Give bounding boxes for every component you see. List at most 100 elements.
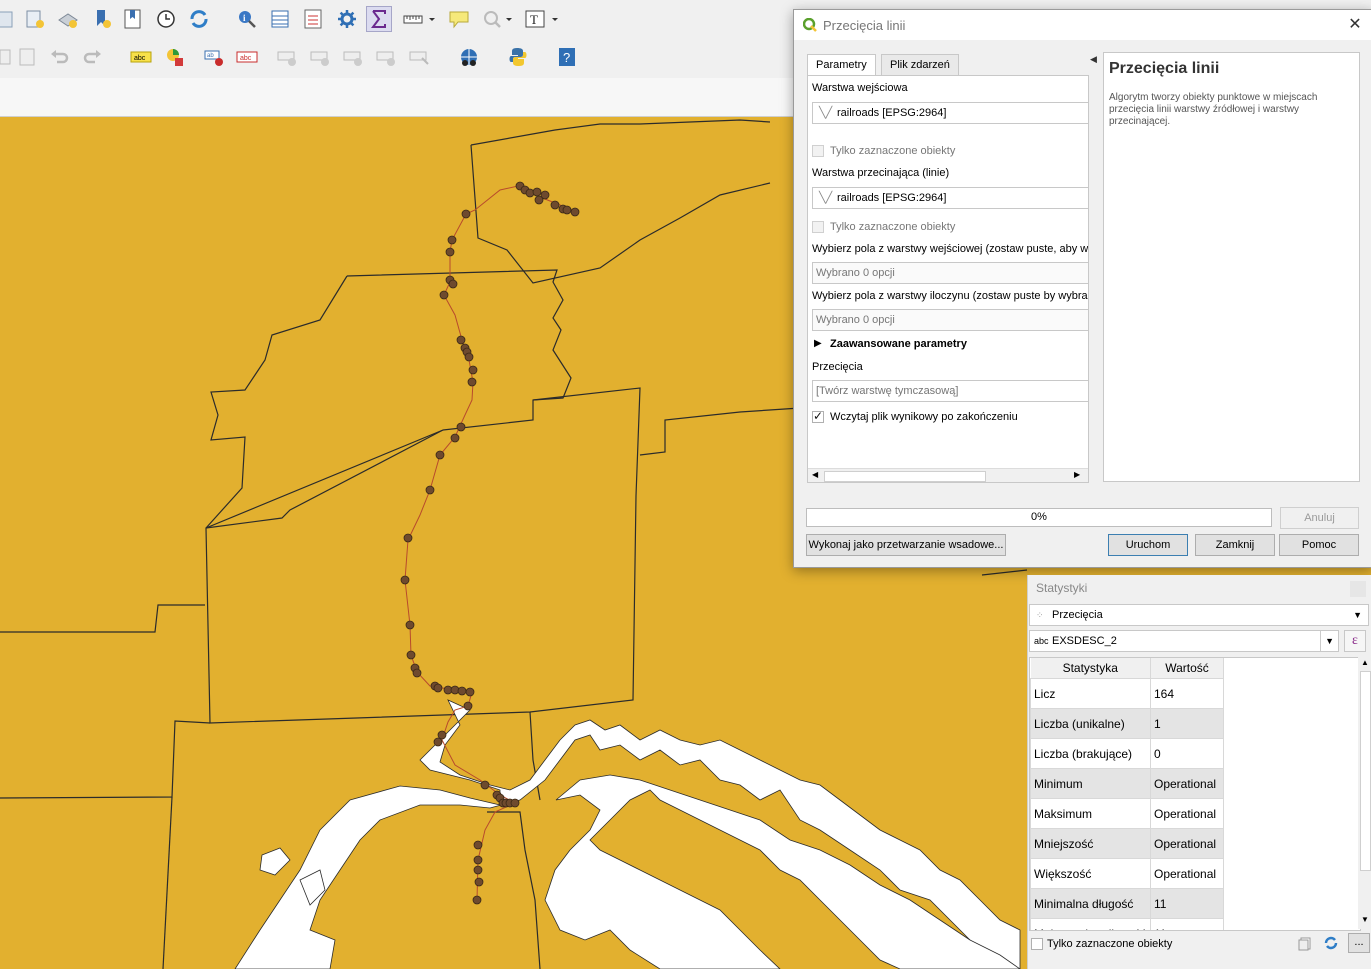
scroll-up-icon[interactable]: ▲ — [1361, 658, 1369, 667]
table-row[interactable]: Licz 164 — [1030, 678, 1224, 709]
stat-value-cell[interactable]: Operational — [1150, 828, 1224, 859]
show-bookmarks-icon[interactable] — [120, 6, 146, 32]
input-fields-select[interactable]: Wybrano 0 opcji — [812, 262, 1088, 284]
column-header-statistic[interactable]: Statystyka — [1030, 658, 1151, 679]
diagram-icon[interactable] — [162, 44, 188, 70]
stat-name-cell[interactable]: Maksymalna długość — [1030, 918, 1151, 930]
stat-value-cell[interactable]: 0 — [1150, 738, 1224, 769]
table-row[interactable]: Liczba (unikalne) 1 — [1030, 708, 1224, 739]
help-button[interactable]: Pomoc — [1279, 534, 1359, 556]
vertical-scrollbar[interactable]: ▲ ▼ — [1358, 657, 1371, 929]
label-pin-move-icon[interactable] — [374, 44, 400, 70]
label-show-hide-icon[interactable] — [341, 44, 367, 70]
statistics-icon[interactable] — [366, 6, 392, 32]
expression-icon[interactable]: ε — [1344, 630, 1366, 652]
stat-name-cell[interactable]: Liczba (unikalne) — [1030, 708, 1151, 739]
batch-process-button[interactable]: Wykonaj jako przetwarzanie wsadowe... — [806, 534, 1006, 556]
undo-icon[interactable] — [47, 44, 73, 70]
field-calculator-icon[interactable] — [300, 6, 326, 32]
input-layer-combo[interactable]: ╲╱ railroads [EPSG:2964] — [812, 102, 1088, 124]
tab-parameters[interactable]: Parametry — [807, 54, 876, 77]
zoom-select-icon[interactable] — [479, 6, 505, 32]
plugins-icon[interactable] — [456, 44, 482, 70]
output-field[interactable] — [812, 380, 1088, 402]
chevron-down-icon[interactable] — [503, 6, 515, 32]
panel-close-icon[interactable] — [1350, 581, 1366, 597]
tab-log[interactable]: Plik zdarzeń — [881, 54, 959, 76]
progress-text: 0% — [1031, 511, 1047, 523]
python-icon[interactable] — [505, 44, 531, 70]
identify-icon[interactable]: i — [234, 6, 260, 32]
label-icon[interactable]: abc — [128, 44, 154, 70]
collapse-arrow-icon[interactable]: ◀ — [1090, 54, 1097, 65]
column-header-value[interactable]: Wartość — [1150, 658, 1224, 679]
new-bookmark-icon[interactable] — [89, 6, 115, 32]
label-move-icon[interactable] — [275, 44, 301, 70]
measure-icon[interactable] — [400, 6, 426, 32]
cancel-button[interactable]: Anuluj — [1280, 507, 1359, 529]
label-change-icon[interactable] — [407, 44, 433, 70]
stat-value-cell[interactable]: Operational — [1150, 858, 1224, 889]
intersect-layer-combo[interactable]: ╲╱ railroads [EPSG:2964] — [812, 187, 1088, 209]
layer-combo[interactable]: ⁘ Przecięcia ▼ — [1029, 604, 1369, 626]
table-row[interactable]: Większość Operational — [1030, 858, 1224, 889]
horizontal-scrollbar[interactable]: ◀ ▶ — [808, 468, 1088, 482]
label-rule-icon[interactable]: abc — [234, 44, 260, 70]
label-rotate-icon[interactable] — [308, 44, 334, 70]
stat-value-cell[interactable]: 11 — [1150, 918, 1224, 930]
stat-value-cell[interactable]: Operational — [1150, 798, 1224, 829]
attribute-table-icon[interactable] — [267, 6, 293, 32]
stat-name-cell[interactable]: Maksimum — [1030, 798, 1151, 829]
redo-icon[interactable] — [79, 44, 105, 70]
copy-icon[interactable] — [1298, 937, 1312, 951]
stats-selected-only-checkbox[interactable] — [1031, 938, 1043, 950]
advanced-parameters-toggle[interactable]: Zaawansowane parametry — [830, 338, 967, 350]
text-annotation-icon[interactable]: T — [522, 6, 548, 32]
map-tips-icon[interactable] — [446, 6, 472, 32]
open-project-icon[interactable] — [0, 6, 20, 32]
stat-name-cell[interactable]: Większość — [1030, 858, 1151, 889]
save-edits-icon[interactable] — [14, 44, 40, 70]
table-row[interactable]: Minimalna długość 11 — [1030, 888, 1224, 919]
scrollbar-thumb[interactable] — [1360, 671, 1371, 871]
expand-arrow-icon[interactable]: ▶ — [814, 338, 822, 349]
stat-name-cell[interactable]: Mniejszość — [1030, 828, 1151, 859]
chevron-down-icon[interactable] — [426, 6, 438, 32]
table-row[interactable]: Minimum Operational — [1030, 768, 1224, 799]
close-icon[interactable]: ✕ — [1346, 16, 1364, 34]
stat-value-cell[interactable]: 164 — [1150, 678, 1224, 709]
scroll-right-icon[interactable]: ▶ — [1074, 470, 1080, 479]
line-layer-icon: ╲╱ — [819, 107, 833, 119]
processing-toolbox-icon[interactable] — [334, 6, 360, 32]
run-button[interactable]: Uruchom — [1108, 534, 1188, 556]
stat-value-cell[interactable]: 1 — [1150, 708, 1224, 739]
more-options-button[interactable]: ... — [1348, 933, 1370, 953]
input-selected-only-checkbox[interactable] — [812, 145, 824, 157]
load-output-checkbox[interactable] — [812, 409, 824, 423]
scroll-down-icon[interactable]: ▼ — [1361, 915, 1369, 924]
temporal-controller-icon[interactable] — [153, 6, 179, 32]
new-mesh-icon[interactable] — [55, 6, 81, 32]
chevron-down-icon[interactable] — [549, 6, 561, 32]
scroll-left-icon[interactable]: ◀ — [812, 470, 818, 479]
intersect-selected-only-checkbox[interactable] — [812, 221, 824, 233]
table-row[interactable]: Maksimum Operational — [1030, 798, 1224, 829]
table-row[interactable]: Maksymalna długość11 — [1030, 918, 1224, 930]
overlay-fields-select[interactable]: Wybrano 0 opcji — [812, 309, 1088, 331]
field-combo[interactable]: abc EXSDESC_2 ▼ — [1029, 630, 1339, 652]
scrollbar-thumb[interactable] — [824, 471, 986, 482]
table-row[interactable]: Mniejszość Operational — [1030, 828, 1224, 859]
table-row[interactable]: Liczba (brakujące) 0 — [1030, 738, 1224, 769]
label-pin-icon[interactable]: ab — [201, 44, 227, 70]
stat-name-cell[interactable]: Minimalna długość — [1030, 888, 1151, 919]
new-layout-icon[interactable] — [22, 6, 48, 32]
help-icon[interactable]: ? — [554, 44, 580, 70]
refresh-icon[interactable] — [1323, 935, 1339, 951]
close-button[interactable]: Zamknij — [1195, 534, 1275, 556]
stat-name-cell[interactable]: Minimum — [1030, 768, 1151, 799]
stat-name-cell[interactable]: Liczba (brakujące) — [1030, 738, 1151, 769]
refresh-icon[interactable] — [186, 6, 212, 32]
stat-name-cell[interactable]: Licz — [1030, 678, 1151, 709]
stat-value-cell[interactable]: Operational — [1150, 768, 1224, 799]
stat-value-cell[interactable]: 11 — [1150, 888, 1224, 919]
